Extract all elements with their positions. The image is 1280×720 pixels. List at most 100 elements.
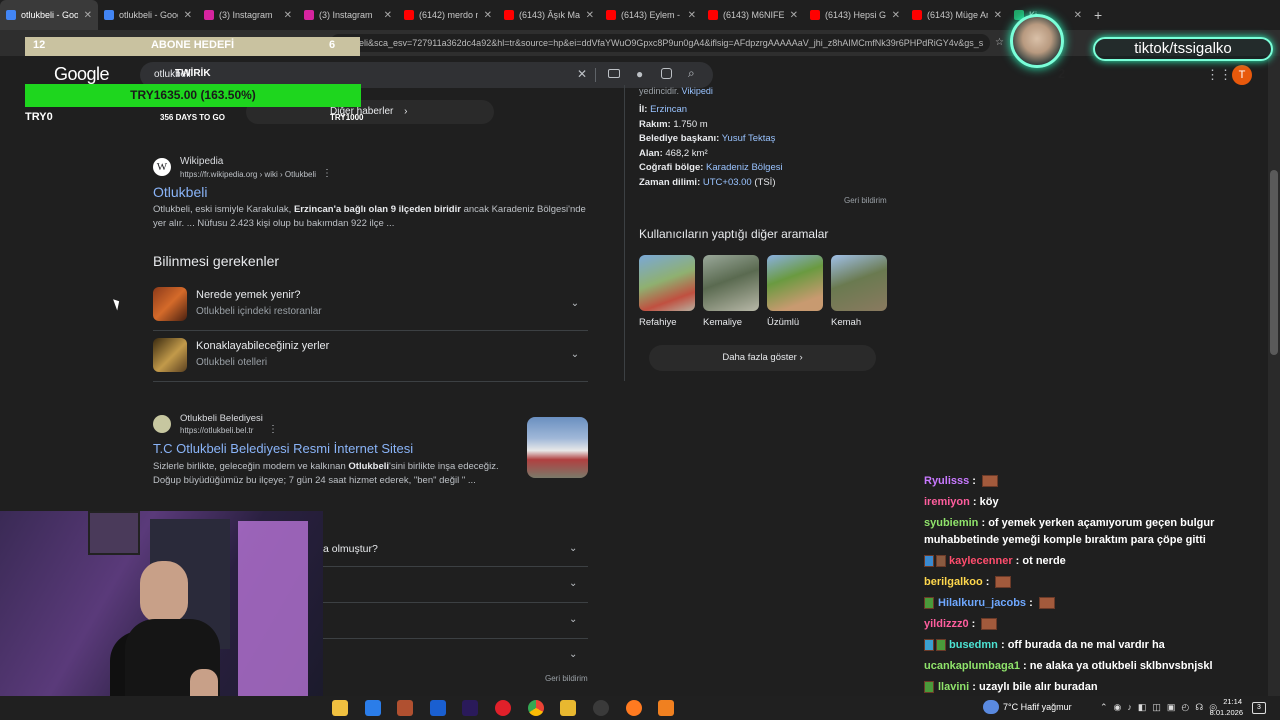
tab-label: (6142) merdo me	[419, 10, 478, 20]
related-thumb-kemah[interactable]	[831, 255, 887, 311]
chat-message: ucankaplumbaga1 : ne alaka ya otlukbeli …	[924, 660, 1213, 672]
premiere-icon[interactable]	[462, 700, 478, 716]
page-scrollbar[interactable]	[1268, 56, 1280, 696]
chevron-down-icon[interactable]: ⌄	[569, 578, 577, 589]
browser-tab[interactable]: (6143) M6NIFEST ✕	[702, 0, 804, 30]
tab-favicon-icon	[912, 10, 922, 20]
tiktok-handle: tiktok/tssigalko	[1093, 37, 1273, 61]
tab-close-icon[interactable]: ✕	[994, 10, 1002, 21]
chat-emote-icon	[995, 576, 1012, 589]
url-field[interactable]: tlukbeli&sca_esv=727911a362dc4a92&hl=tr&…	[330, 34, 990, 52]
goal-right-number: 6	[329, 39, 336, 51]
kp-feedback-link[interactable]: Geri bildirim	[844, 196, 887, 205]
related-label[interactable]: Refahiye	[639, 317, 677, 328]
tab-close-icon[interactable]: ✕	[284, 10, 292, 21]
weather-text[interactable]: 7°C Hafif yağmur	[1003, 702, 1072, 712]
chevron-down-icon[interactable]: ⌄	[569, 543, 577, 554]
chevron-down-icon[interactable]: ⌄	[568, 348, 582, 362]
search-divider	[595, 68, 596, 82]
microphone-icon[interactable]: ●	[636, 67, 643, 81]
chrome-icon[interactable]	[528, 700, 544, 716]
app-icon[interactable]	[397, 700, 413, 716]
browser-tab[interactable]: otlukbeli - Google ✕	[98, 0, 198, 30]
new-tab-button[interactable]: +	[1088, 0, 1108, 30]
chevron-down-icon[interactable]: ⌄	[569, 649, 577, 660]
weather-icon[interactable]	[983, 700, 999, 714]
tab-close-icon[interactable]: ✕	[384, 10, 392, 21]
related-label[interactable]: Üzümlü	[767, 317, 799, 328]
accordion-title: Konaklayabileceğiniz yerler	[196, 340, 330, 352]
browser-tab[interactable]: (6143) Müge Anl ✕	[906, 0, 1008, 30]
food-thumbnail	[153, 287, 187, 321]
belediye-thumbnail[interactable]	[527, 417, 588, 478]
firefox-icon[interactable]	[626, 700, 642, 716]
tab-close-icon[interactable]: ✕	[1074, 10, 1082, 21]
apps-grid-icon[interactable]: ⋮⋮	[1206, 68, 1232, 82]
faq-question-partial[interactable]: a olmuştur?	[323, 543, 378, 555]
tab-close-icon[interactable]: ✕	[184, 10, 192, 21]
browser-tab[interactable]: (6143) Eylem - Ar ✕	[600, 0, 702, 30]
kp-facts: İl: Erzincan Rakım: 1.750 m Belediye baş…	[639, 104, 899, 191]
accordion-hotels[interactable]: Konaklayabileceğiniz yerler Otlukbeli ot…	[153, 330, 588, 382]
browser-tab-bar: otlukbeli - Google✕otlukbeli - Google✕(3…	[0, 0, 1280, 30]
divider	[323, 566, 588, 567]
chat-badge-icon	[924, 639, 934, 652]
related-thumb-uzumlu[interactable]	[767, 255, 823, 311]
related-label[interactable]: Kemaliye	[703, 317, 742, 328]
chat-emote-icon	[982, 475, 999, 488]
clock-date[interactable]: 8.01.2026	[1203, 708, 1243, 717]
tab-close-icon[interactable]: ✕	[790, 10, 798, 21]
chat-message: yildizzz0 :	[924, 618, 998, 631]
feedback-link[interactable]: Geri bildirim	[545, 674, 588, 683]
browser-tab[interactable]: (6143) Hepsi Gru ✕	[804, 0, 906, 30]
scrollbar-thumb[interactable]	[1270, 170, 1278, 355]
file-explorer-icon[interactable]	[332, 700, 348, 716]
tab-close-icon[interactable]: ✕	[484, 10, 492, 21]
browser-tab[interactable]: (3) Instagram ✕	[298, 0, 398, 30]
dropbox-icon[interactable]	[430, 700, 446, 716]
more-options-icon[interactable]: ⋮	[322, 168, 332, 179]
tab-close-icon[interactable]: ✕	[892, 10, 900, 21]
goal-target-label: TRY1000	[330, 113, 364, 122]
tab-close-icon[interactable]: ✕	[586, 10, 594, 21]
tab-label: (6143) Âşık Mahz	[519, 10, 580, 20]
kp-row-il: İl: Erzincan	[639, 104, 688, 115]
tab-close-icon[interactable]: ✕	[84, 10, 92, 21]
vlc-icon[interactable]	[658, 700, 674, 716]
chevron-down-icon[interactable]: ⌄	[568, 297, 582, 311]
search-icon[interactable]: ⌕	[688, 66, 695, 81]
related-label[interactable]: Kemah	[831, 317, 861, 328]
wikipedia-link[interactable]: Vikipedi	[682, 86, 713, 96]
clock-time[interactable]: 21:14	[1208, 697, 1242, 706]
browser-tab[interactable]: (6143) Âşık Mahz ✕	[498, 0, 600, 30]
more-options-icon[interactable]: ⋮	[268, 424, 278, 435]
opera-icon[interactable]	[495, 700, 511, 716]
bel-result-title[interactable]: T.C Otlukbeli Belediyesi Resmi İnternet …	[153, 441, 413, 456]
browser-tab[interactable]: otlukbeli - Google ✕	[0, 0, 98, 30]
accordion-food[interactable]: Nerede yemek yenir? Otlukbeli içindeki r…	[153, 279, 588, 331]
related-thumb-kemaliye[interactable]	[703, 255, 759, 311]
bookmark-star-icon[interactable]: ☆	[995, 38, 1005, 48]
google-logo[interactable]: Google	[54, 64, 110, 85]
wiki-result-title[interactable]: Otlukbeli	[153, 184, 207, 200]
lens-icon[interactable]	[661, 68, 672, 79]
chevron-down-icon[interactable]: ⌄	[569, 614, 577, 625]
accordion-title: Nerede yemek yenir?	[196, 289, 301, 301]
obs-icon[interactable]	[593, 700, 609, 716]
keyboard-icon[interactable]	[608, 69, 620, 78]
kp-row-rakim: Rakım: 1.750 m	[639, 118, 708, 130]
folder-icon[interactable]	[560, 700, 576, 716]
tab-favicon-icon	[404, 10, 414, 20]
tab-label: (6143) Hepsi Gru	[825, 10, 886, 20]
edge-icon[interactable]	[365, 700, 381, 716]
notification-icon[interactable]: 3	[1252, 702, 1266, 714]
tab-close-icon[interactable]: ✕	[688, 10, 696, 21]
tab-favicon-icon	[504, 10, 514, 20]
browser-tab[interactable]: (6142) merdo me ✕	[398, 0, 498, 30]
profile-avatar[interactable]: T	[1232, 65, 1252, 85]
divider	[323, 638, 588, 639]
show-more-button[interactable]: Daha fazla göster ›	[649, 345, 876, 371]
clear-search-icon[interactable]: ✕	[577, 67, 587, 81]
related-thumb-refahiye[interactable]	[639, 255, 695, 311]
browser-tab[interactable]: (3) Instagram ✕	[198, 0, 298, 30]
